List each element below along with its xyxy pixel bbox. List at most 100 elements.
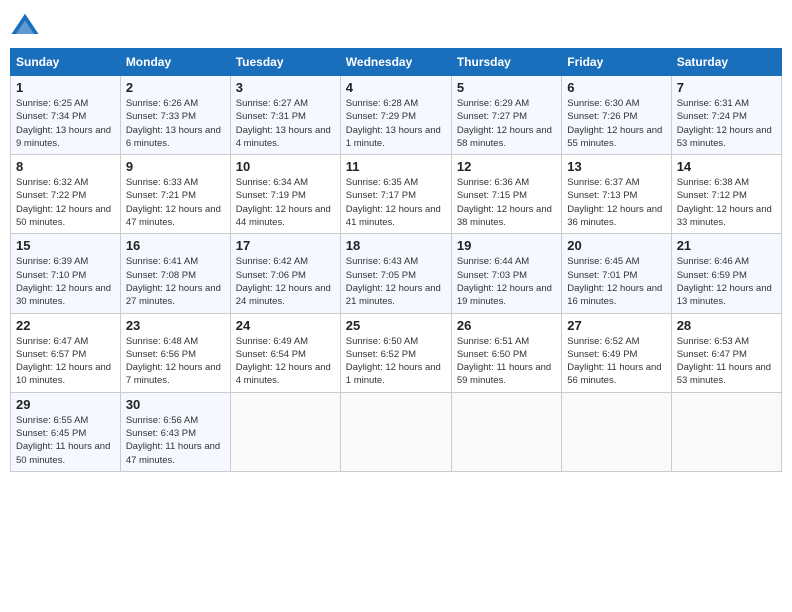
day-info: Sunrise: 6:52 AMSunset: 6:49 PMDaylight:… xyxy=(567,335,665,388)
calendar-cell: 25 Sunrise: 6:50 AMSunset: 6:52 PMDayligh… xyxy=(340,313,451,392)
calendar-cell: 11 Sunrise: 6:35 AMSunset: 7:17 PMDayligh… xyxy=(340,155,451,234)
header-cell-monday: Monday xyxy=(120,49,230,76)
calendar-cell: 13 Sunrise: 6:37 AMSunset: 7:13 PMDayligh… xyxy=(562,155,671,234)
day-number: 23 xyxy=(126,318,225,333)
calendar-cell: 24Sunrise: 6:49 AMSunset: 6:54 PMDayligh… xyxy=(230,313,340,392)
calendar-week-4: 22 Sunrise: 6:47 AMSunset: 6:57 PMDayligh… xyxy=(11,313,782,392)
day-number: 14 xyxy=(677,159,776,174)
header-cell-saturday: Saturday xyxy=(671,49,781,76)
day-number: 30 xyxy=(126,397,225,412)
calendar-cell: 21Sunrise: 6:46 AMSunset: 6:59 PMDayligh… xyxy=(671,234,781,313)
day-info: Sunrise: 6:33 AMSunset: 7:21 PMDaylight:… xyxy=(126,176,225,229)
day-info: Sunrise: 6:34 AMSunset: 7:19 PMDaylight:… xyxy=(236,176,335,229)
calendar-week-3: 15Sunrise: 6:39 AMSunset: 7:10 PMDayligh… xyxy=(11,234,782,313)
calendar-cell: 14 Sunrise: 6:38 AMSunset: 7:12 PMDayligh… xyxy=(671,155,781,234)
day-info: Sunrise: 6:56 AMSunset: 6:43 PMDaylight:… xyxy=(126,414,225,467)
calendar-cell xyxy=(671,392,781,471)
day-info: Sunrise: 6:32 AMSunset: 7:22 PMDaylight:… xyxy=(16,176,115,229)
day-info: Sunrise: 6:55 AMSunset: 6:45 PMDaylight:… xyxy=(16,414,115,467)
day-info: Sunrise: 6:51 AMSunset: 6:50 PMDaylight:… xyxy=(457,335,556,388)
day-number: 24 xyxy=(236,318,335,333)
day-number: 7 xyxy=(677,80,776,95)
calendar-cell: 22 Sunrise: 6:47 AMSunset: 6:57 PMDayligh… xyxy=(11,313,121,392)
day-number: 19 xyxy=(457,238,556,253)
calendar-cell: 16 Sunrise: 6:41 AMSunset: 7:08 PMDayligh… xyxy=(120,234,230,313)
calendar-cell: 4 Sunrise: 6:28 AMSunset: 7:29 PMDaylight… xyxy=(340,76,451,155)
calendar-cell: 28Sunrise: 6:53 AMSunset: 6:47 PMDayligh… xyxy=(671,313,781,392)
day-info: Sunrise: 6:27 AMSunset: 7:31 PMDaylight:… xyxy=(236,97,335,150)
day-number: 20 xyxy=(567,238,665,253)
calendar-cell: 2 Sunrise: 6:26 AMSunset: 7:33 PMDaylight… xyxy=(120,76,230,155)
day-info: Sunrise: 6:44 AMSunset: 7:03 PMDaylight:… xyxy=(457,255,556,308)
day-number: 18 xyxy=(346,238,446,253)
day-info: Sunrise: 6:41 AMSunset: 7:08 PMDaylight:… xyxy=(126,255,225,308)
calendar-week-1: 1Sunrise: 6:25 AMSunset: 7:34 PMDaylight… xyxy=(11,76,782,155)
day-number: 25 xyxy=(346,318,446,333)
calendar-cell: 17 Sunrise: 6:42 AMSunset: 7:06 PMDayligh… xyxy=(230,234,340,313)
calendar-cell: 1Sunrise: 6:25 AMSunset: 7:34 PMDaylight… xyxy=(11,76,121,155)
calendar-cell: 26 Sunrise: 6:51 AMSunset: 6:50 PMDayligh… xyxy=(451,313,561,392)
day-number: 29 xyxy=(16,397,115,412)
day-number: 8 xyxy=(16,159,115,174)
day-info: Sunrise: 6:42 AMSunset: 7:06 PMDaylight:… xyxy=(236,255,335,308)
day-number: 5 xyxy=(457,80,556,95)
calendar-cell: 30 Sunrise: 6:56 AMSunset: 6:43 PMDayligh… xyxy=(120,392,230,471)
calendar-cell: 23 Sunrise: 6:48 AMSunset: 6:56 PMDayligh… xyxy=(120,313,230,392)
day-info: Sunrise: 6:28 AMSunset: 7:29 PMDaylight:… xyxy=(346,97,446,150)
day-info: Sunrise: 6:38 AMSunset: 7:12 PMDaylight:… xyxy=(677,176,776,229)
header-cell-friday: Friday xyxy=(562,49,671,76)
calendar-cell xyxy=(562,392,671,471)
header-cell-sunday: Sunday xyxy=(11,49,121,76)
header-cell-thursday: Thursday xyxy=(451,49,561,76)
day-number: 27 xyxy=(567,318,665,333)
logo xyxy=(10,10,44,40)
day-info: Sunrise: 6:29 AMSunset: 7:27 PMDaylight:… xyxy=(457,97,556,150)
day-number: 3 xyxy=(236,80,335,95)
day-number: 9 xyxy=(126,159,225,174)
calendar-cell: 3 Sunrise: 6:27 AMSunset: 7:31 PMDaylight… xyxy=(230,76,340,155)
calendar-cell xyxy=(340,392,451,471)
day-info: Sunrise: 6:47 AMSunset: 6:57 PMDaylight:… xyxy=(16,335,115,388)
day-info: Sunrise: 6:26 AMSunset: 7:33 PMDaylight:… xyxy=(126,97,225,150)
day-number: 12 xyxy=(457,159,556,174)
day-number: 13 xyxy=(567,159,665,174)
day-info: Sunrise: 6:35 AMSunset: 7:17 PMDaylight:… xyxy=(346,176,446,229)
day-number: 22 xyxy=(16,318,115,333)
calendar-cell: 19 Sunrise: 6:44 AMSunset: 7:03 PMDayligh… xyxy=(451,234,561,313)
header-row: SundayMondayTuesdayWednesdayThursdayFrid… xyxy=(11,49,782,76)
calendar-cell: 29 Sunrise: 6:55 AMSunset: 6:45 PMDayligh… xyxy=(11,392,121,471)
day-number: 17 xyxy=(236,238,335,253)
day-number: 16 xyxy=(126,238,225,253)
day-info: Sunrise: 6:30 AMSunset: 7:26 PMDaylight:… xyxy=(567,97,665,150)
day-number: 10 xyxy=(236,159,335,174)
header-cell-wednesday: Wednesday xyxy=(340,49,451,76)
calendar-week-5: 29 Sunrise: 6:55 AMSunset: 6:45 PMDayligh… xyxy=(11,392,782,471)
calendar-cell: 7 Sunrise: 6:31 AMSunset: 7:24 PMDaylight… xyxy=(671,76,781,155)
header-cell-tuesday: Tuesday xyxy=(230,49,340,76)
calendar-cell: 12Sunrise: 6:36 AMSunset: 7:15 PMDayligh… xyxy=(451,155,561,234)
calendar-cell: 8 Sunrise: 6:32 AMSunset: 7:22 PMDaylight… xyxy=(11,155,121,234)
day-info: Sunrise: 6:48 AMSunset: 6:56 PMDaylight:… xyxy=(126,335,225,388)
calendar-cell xyxy=(230,392,340,471)
calendar-cell: 10 Sunrise: 6:34 AMSunset: 7:19 PMDayligh… xyxy=(230,155,340,234)
page-header xyxy=(10,10,782,40)
day-info: Sunrise: 6:25 AMSunset: 7:34 PMDaylight:… xyxy=(16,97,115,150)
calendar-cell: 9 Sunrise: 6:33 AMSunset: 7:21 PMDaylight… xyxy=(120,155,230,234)
day-info: Sunrise: 6:53 AMSunset: 6:47 PMDaylight:… xyxy=(677,335,776,388)
calendar-cell: 6Sunrise: 6:30 AMSunset: 7:26 PMDaylight… xyxy=(562,76,671,155)
calendar-week-2: 8 Sunrise: 6:32 AMSunset: 7:22 PMDaylight… xyxy=(11,155,782,234)
day-number: 26 xyxy=(457,318,556,333)
calendar-cell: 15Sunrise: 6:39 AMSunset: 7:10 PMDayligh… xyxy=(11,234,121,313)
day-info: Sunrise: 6:43 AMSunset: 7:05 PMDaylight:… xyxy=(346,255,446,308)
day-number: 2 xyxy=(126,80,225,95)
calendar-cell: 20 Sunrise: 6:45 AMSunset: 7:01 PMDayligh… xyxy=(562,234,671,313)
day-info: Sunrise: 6:50 AMSunset: 6:52 PMDaylight:… xyxy=(346,335,446,388)
day-number: 15 xyxy=(16,238,115,253)
day-number: 11 xyxy=(346,159,446,174)
day-info: Sunrise: 6:46 AMSunset: 6:59 PMDaylight:… xyxy=(677,255,776,308)
day-number: 4 xyxy=(346,80,446,95)
day-info: Sunrise: 6:37 AMSunset: 7:13 PMDaylight:… xyxy=(567,176,665,229)
day-info: Sunrise: 6:31 AMSunset: 7:24 PMDaylight:… xyxy=(677,97,776,150)
calendar-cell xyxy=(451,392,561,471)
day-info: Sunrise: 6:45 AMSunset: 7:01 PMDaylight:… xyxy=(567,255,665,308)
